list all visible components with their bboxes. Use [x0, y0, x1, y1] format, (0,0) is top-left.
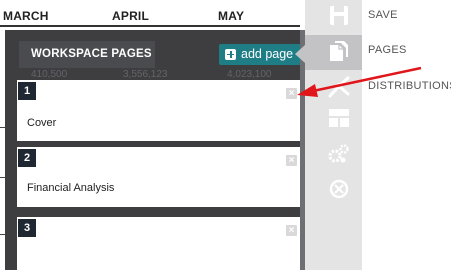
annotation-arrow-shaft: [312, 66, 422, 93]
annotation-arrow-head: [297, 84, 318, 97]
annotation-arrow: [297, 66, 422, 97]
